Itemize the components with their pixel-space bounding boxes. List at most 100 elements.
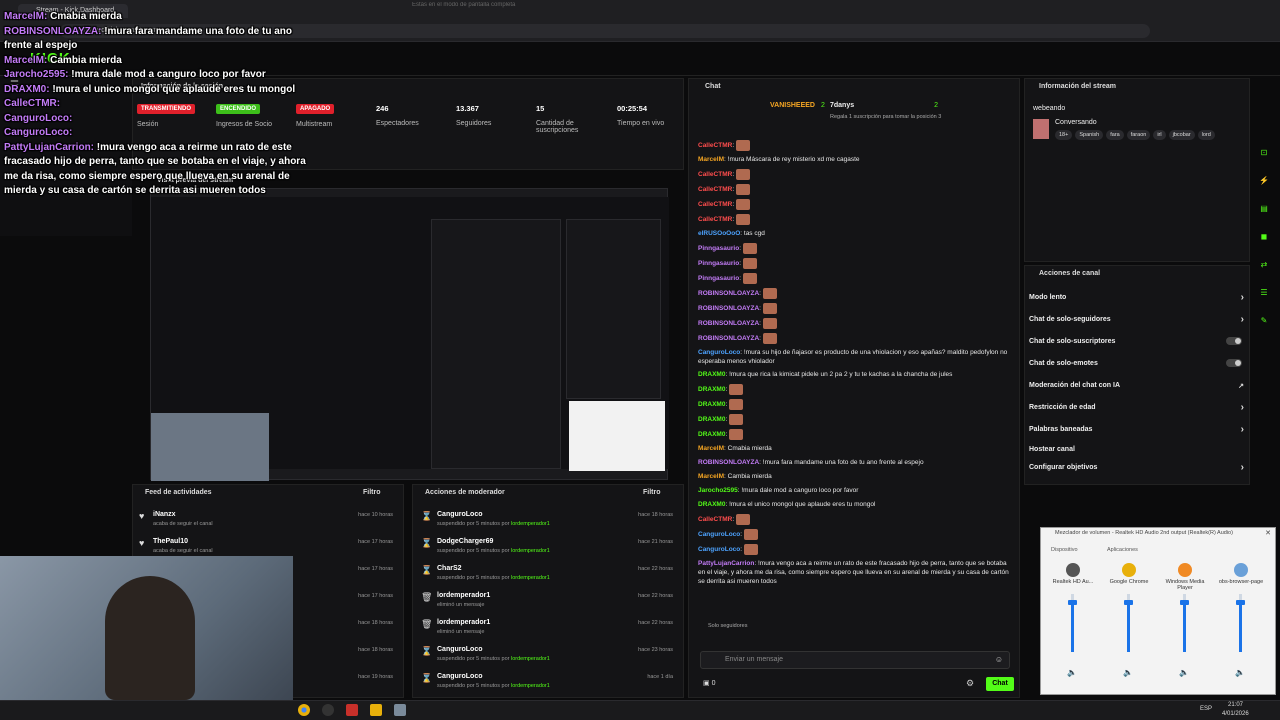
list-item[interactable]: ⌛ CharS2 suspendido por 5 minutos por lord… <box>413 561 683 588</box>
chat-username[interactable]: ROBINSONLOAYZA <box>698 320 759 327</box>
volume-knob[interactable] <box>1068 600 1077 606</box>
chrome-icon[interactable] <box>298 704 310 716</box>
shield-icon[interactable] <box>394 704 406 716</box>
chat-username[interactable]: ROBINSONLOAYZA <box>698 335 759 342</box>
chat-message[interactable]: MarcelM: Cambia mierda <box>690 470 1020 484</box>
chat-message[interactable]: Pinngasaurio: <box>690 271 1020 286</box>
feed-username[interactable]: iNanzx <box>153 511 176 518</box>
folder-icon[interactable] <box>370 704 382 716</box>
channel-action-item[interactable]: Palabras baneadas › <box>1029 424 1244 435</box>
chat-message[interactable]: DRAXM0: <box>690 427 1020 442</box>
chat-username[interactable]: CalleCTMR <box>698 186 732 193</box>
volume-knob[interactable] <box>1124 600 1133 606</box>
mod-target[interactable]: CanguroLoco <box>437 673 483 680</box>
tag-chip[interactable]: Spanish <box>1075 130 1104 140</box>
doc-icon[interactable]: ▤ <box>1257 202 1271 216</box>
mod-target[interactable]: DodgeCharger69 <box>437 538 493 545</box>
chat-message[interactable]: DRAXM0: !mura que rica la kimicat pidele… <box>690 368 1020 382</box>
volume-mixer-window[interactable]: Mezclador de volumen - Realtek HD Audio … <box>1040 527 1276 695</box>
chat-username[interactable]: PattyLujanCarrion <box>698 560 754 567</box>
chat-username[interactable]: ROBINSONLOAYZA <box>698 305 759 312</box>
list-item[interactable]: ⌛ CanguroLoco suspendido por 5 minutos por… <box>413 642 683 669</box>
chat-message[interactable]: PattyLujanCarrion: !mura vengo aca a rei… <box>690 557 1020 588</box>
top-gifter-2[interactable]: 7danys 2 <box>830 102 938 109</box>
chat-username[interactable]: CanguroLoco <box>698 531 740 538</box>
channel-action-item[interactable]: Moderación del chat con IA ↗ <box>1029 382 1244 390</box>
chat-message[interactable]: DRAXM0: <box>690 382 1020 397</box>
channel-action-item[interactable]: Modo lento › <box>1029 292 1244 303</box>
chat-message[interactable]: ROBINSONLOAYZA: <box>690 316 1020 331</box>
chat-username[interactable]: DRAXM0 <box>698 371 725 378</box>
emoji-icon[interactable]: ☺ <box>995 655 1003 664</box>
chat-message[interactable]: elRUSOoOoO: tas cgd <box>690 227 1020 241</box>
tag-chip[interactable]: fara <box>1106 130 1124 140</box>
mod-target[interactable]: lordemperador1 <box>437 592 490 599</box>
chat-username[interactable]: ROBINSONLOAYZA <box>698 290 759 297</box>
chat-message[interactable]: CalleCTMR: <box>690 182 1020 197</box>
chat-username[interactable]: CanguroLoco <box>698 546 740 553</box>
list-item[interactable]: ♥ iNanzx acaba de seguir el canal hace 1… <box>133 507 403 533</box>
chat-username[interactable]: CanguroLoco <box>698 349 740 356</box>
close-icon[interactable]: ✕ <box>1265 529 1271 537</box>
list-icon[interactable]: ☰ <box>1257 286 1271 300</box>
chat-username[interactable]: MarcelM <box>698 445 724 452</box>
channel-action-item[interactable]: Chat de solo-emotes <box>1029 359 1244 367</box>
tag-chip[interactable]: 18+ <box>1055 130 1073 140</box>
toggle-switch[interactable] <box>1226 359 1242 367</box>
chat-username[interactable]: Pinngasaurio <box>698 245 739 252</box>
tag-chip[interactable]: lord <box>1197 130 1215 140</box>
chat-username[interactable]: CalleCTMR <box>698 142 732 149</box>
chat-username[interactable]: MarcelM <box>698 473 724 480</box>
chat-username[interactable]: DRAXM0 <box>698 386 725 393</box>
swap-icon[interactable]: ⇄ <box>1257 258 1271 272</box>
chat-username[interactable]: DRAXM0 <box>698 501 725 508</box>
chat-message[interactable]: MarcelM: Cmabia mierda <box>690 442 1020 456</box>
mod-target[interactable]: lordemperador1 <box>437 619 490 626</box>
list-item[interactable]: 🗑 lordemperador1 eliminó un mensaje hace 22… <box>413 615 683 642</box>
chat-message[interactable]: CalleCTMR: <box>690 138 1020 153</box>
chat-username[interactable]: Jarocho2595 <box>698 487 738 494</box>
channel-action-item[interactable]: Restricción de edad › <box>1029 402 1244 413</box>
speaker-icon[interactable]: 🔈 <box>1235 668 1245 677</box>
chat-message[interactable]: CanguroLoco: <box>690 527 1020 542</box>
chat-username[interactable]: CalleCTMR <box>698 201 732 208</box>
channel-action-item[interactable]: Hostear canal <box>1029 446 1244 453</box>
feed-username[interactable]: ThePaul10 <box>153 538 188 545</box>
volume-knob[interactable] <box>1180 600 1189 606</box>
channel-action-item[interactable]: Configurar objetivos › <box>1029 462 1244 473</box>
chat-username[interactable]: DRAXM0 <box>698 431 725 438</box>
chat-message[interactable]: DRAXM0: <box>690 412 1020 427</box>
list-item[interactable]: ⌛ CanguroLoco suspendido por 5 minutos por… <box>413 507 683 534</box>
list-item[interactable]: ⌛ DodgeCharger69 suspendido por 5 minutos … <box>413 534 683 561</box>
chat-username[interactable]: Pinngasaurio <box>698 260 739 267</box>
wrench-icon[interactable]: ✎ <box>1257 314 1271 328</box>
mod-target[interactable]: CharS2 <box>437 565 462 572</box>
chat-username[interactable]: Pinngasaurio <box>698 275 739 282</box>
speaker-icon[interactable]: 🔈 <box>1179 668 1189 677</box>
chat-message[interactable]: Jarocho2595: !mura dale mod a canguro lo… <box>690 484 1020 498</box>
feed-filter-button[interactable]: Filtro <box>363 489 381 496</box>
settings-icon[interactable]: ⚙ <box>966 678 974 689</box>
chat-message[interactable]: CalleCTMR: <box>690 197 1020 212</box>
chat-username[interactable]: DRAXM0 <box>698 401 725 408</box>
volume-slider[interactable] <box>1180 594 1189 652</box>
chat-username[interactable]: MarcelM <box>698 156 724 163</box>
toggle-switch[interactable] <box>1226 337 1242 345</box>
volume-slider[interactable] <box>1124 594 1133 652</box>
tag-chip[interactable]: jbcobar <box>1168 130 1195 140</box>
chat-username[interactable]: CalleCTMR <box>698 216 732 223</box>
mod-target[interactable]: CanguroLoco <box>437 646 483 653</box>
list-item[interactable]: 🗑 lordemperador1 eliminó un mensaje hace 22… <box>413 588 683 615</box>
chat-message[interactable]: ROBINSONLOAYZA: <box>690 301 1020 316</box>
chat-username[interactable]: CalleCTMR <box>698 171 732 178</box>
channel-action-item[interactable]: Chat de solo-seguidores › <box>1029 314 1244 325</box>
tag-chip[interactable]: irl <box>1153 130 1166 140</box>
chat-username[interactable]: CalleCTMR <box>698 516 732 523</box>
chat-message[interactable]: CanguroLoco: !mura su hijo de ñajasor es… <box>690 346 1020 368</box>
volume-slider[interactable] <box>1236 594 1245 652</box>
stream-preview[interactable]: Vista previa del stream <box>150 177 669 481</box>
chat-message[interactable]: ROBINSONLOAYZA: !mura fara mandame una f… <box>690 456 1020 470</box>
speaker-icon[interactable]: 🔈 <box>1123 668 1133 677</box>
chat-username[interactable]: elRUSOoOoO <box>698 230 740 237</box>
chat-message[interactable]: ROBINSONLOAYZA: <box>690 286 1020 301</box>
